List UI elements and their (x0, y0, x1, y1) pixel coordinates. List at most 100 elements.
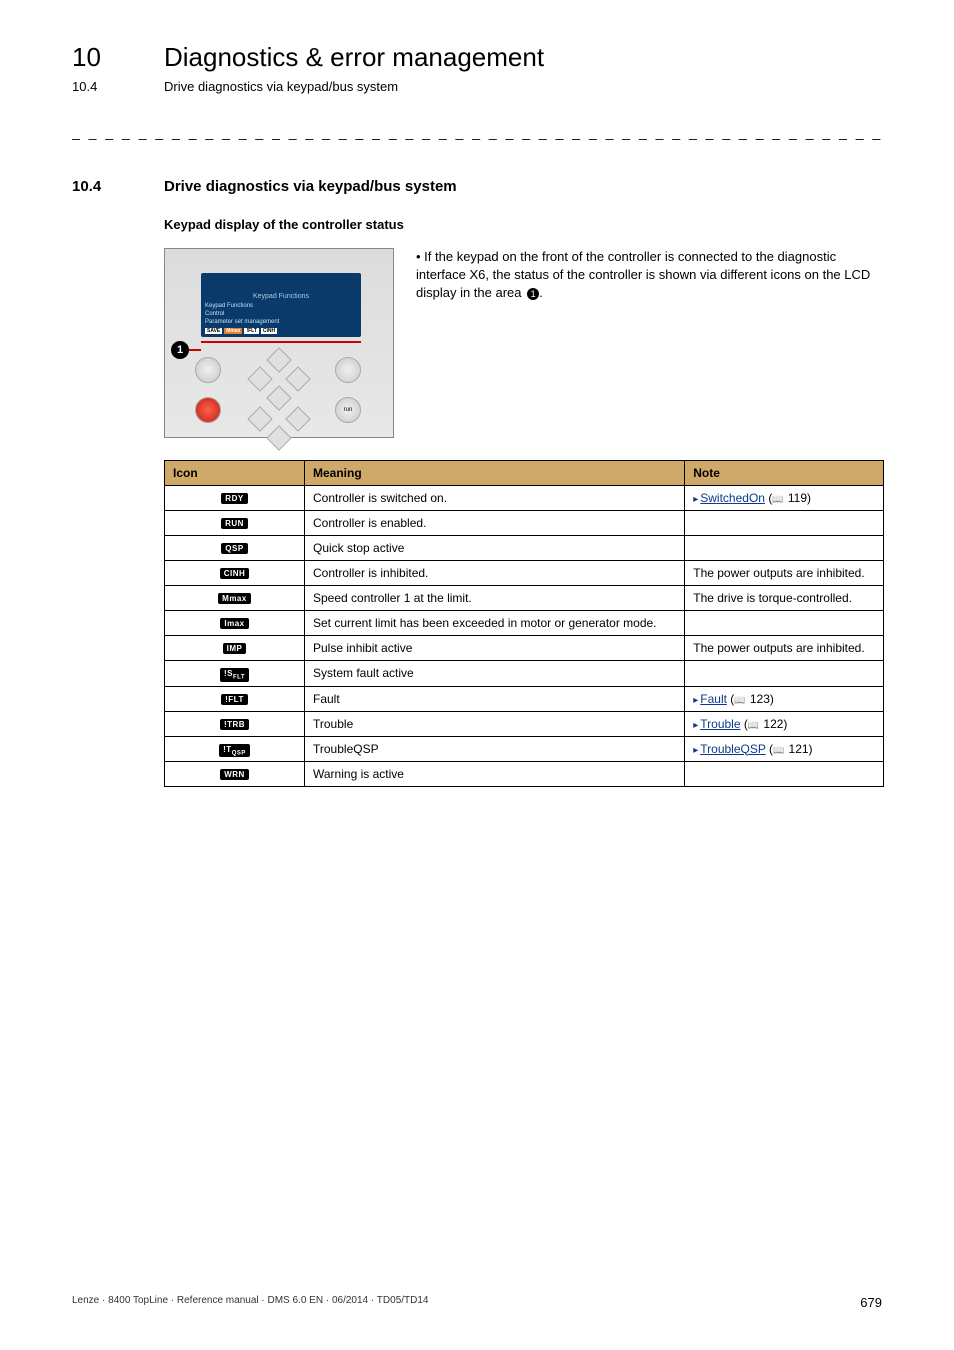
arrow-left-icon (247, 366, 272, 391)
note-link[interactable]: TroubleQSP (700, 742, 765, 756)
icon-cell: !TRB (165, 711, 305, 736)
status-icon: Imax (220, 618, 248, 629)
icon-cell: !FLT (165, 686, 305, 711)
note-link[interactable]: Fault (700, 692, 727, 706)
table-row: WRN Warning is active (165, 762, 884, 787)
subchapter-number: 10.4 (72, 79, 164, 94)
lcd-badge: CINH (261, 328, 277, 334)
note-cell (685, 611, 884, 636)
status-icon: IMP (223, 643, 247, 654)
callout-reference-icon: 1 (527, 288, 539, 300)
meaning-cell: System fault active (305, 661, 685, 687)
note-cell (685, 762, 884, 787)
note-cell: ▸TroubleQSP ( 121) (685, 736, 884, 762)
keypad-dpad (251, 391, 307, 447)
section-title: Drive diagnostics via keypad/bus system (164, 178, 457, 195)
table-header-meaning: Meaning (305, 461, 685, 486)
note-link[interactable]: Trouble (700, 717, 740, 731)
footer-text: Lenze · 8400 TopLine · Reference manual … (72, 1295, 429, 1310)
arrow-icon: ▸ (693, 494, 698, 505)
table-row: RUNController is enabled. (165, 511, 884, 536)
lcd-badge: !FLT (244, 328, 258, 334)
status-icon: !TRB (220, 719, 249, 730)
icon-cell: RUN (165, 511, 305, 536)
keypad-buttons: run (195, 349, 365, 427)
table-row: QSP Quick stop active (165, 536, 884, 561)
status-icon: WRN (220, 769, 249, 780)
status-icon: QSP (221, 543, 247, 554)
status-icon: !FLT (221, 694, 248, 705)
lcd-badge: SAVE (205, 328, 222, 334)
table-header-icon: Icon (165, 461, 305, 486)
note-cell: ▸Trouble ( 122) (685, 711, 884, 736)
note-cell: ▸Fault ( 123) (685, 686, 884, 711)
keypad-button (335, 357, 361, 383)
lcd-badge: Mmax (224, 328, 242, 334)
meaning-cell: Speed controller 1 at the limit. (305, 586, 685, 611)
meaning-cell: Quick stop active (305, 536, 685, 561)
section-number: 10.4 (72, 178, 164, 195)
meaning-cell: Pulse inhibit active (305, 636, 685, 661)
table-row: !FLT Fault▸Fault ( 123) (165, 686, 884, 711)
keypad-run-button: run (335, 397, 361, 423)
note-page-ref: ( 121) (769, 742, 813, 756)
note-cell: The drive is torque-controlled. (685, 586, 884, 611)
lcd-line: Parameter set management (205, 318, 357, 326)
arrow-icon: ▸ (693, 720, 698, 731)
separator-line: _ _ _ _ _ _ _ _ _ _ _ _ _ _ _ _ _ _ _ _ … (72, 124, 882, 140)
note-cell: The power outputs are inhibited. (685, 636, 884, 661)
table-row: !TRBTrouble▸Trouble ( 122) (165, 711, 884, 736)
icon-cell: Mmax (165, 586, 305, 611)
lcd-display: Keypad Functions Keypad Functions Contro… (201, 273, 361, 337)
section-subhead: Keypad display of the controller status (164, 217, 882, 232)
lcd-status-bar: SAVE Mmax !FLT CINH (205, 328, 357, 334)
status-icon-table: Icon Meaning Note RDY Controller is switc… (164, 460, 884, 787)
chapter-title: Diagnostics & error management (164, 42, 544, 73)
note-page-ref: ( 123) (730, 692, 774, 706)
status-icon: RUN (221, 518, 248, 529)
arrow-icon: ▸ (693, 745, 698, 756)
status-icon: CINH (220, 568, 250, 579)
status-icon: RDY (221, 493, 247, 504)
note-cell (685, 661, 884, 687)
icon-cell: Imax (165, 611, 305, 636)
table-row: Imax Set current limit has been exceeded … (165, 611, 884, 636)
status-icon: !TQSP (219, 744, 250, 758)
arrow-left-icon (247, 406, 272, 431)
status-icon: !SFLT (220, 668, 249, 682)
lcd-line: Keypad Functions (205, 302, 357, 310)
subchapter-title: Drive diagnostics via keypad/bus system (164, 79, 398, 94)
table-row: CINH Controller is inhibited.The power ou… (165, 561, 884, 586)
note-cell: The power outputs are inhibited. (685, 561, 884, 586)
lcd-title: Keypad Functions (205, 293, 357, 300)
note-cell: ▸SwitchedOn ( 119) (685, 486, 884, 511)
icon-cell: IMP (165, 636, 305, 661)
page-footer: Lenze · 8400 TopLine · Reference manual … (72, 1295, 882, 1310)
meaning-cell: Set current limit has been exceeded in m… (305, 611, 685, 636)
arrow-up-icon (266, 347, 291, 372)
description-text: If the keypad on the front of the contro… (416, 248, 882, 302)
meaning-cell: Trouble (305, 711, 685, 736)
meaning-cell: Controller is inhibited. (305, 561, 685, 586)
icon-cell: QSP (165, 536, 305, 561)
arrow-right-icon (285, 406, 310, 431)
meaning-cell: Controller is switched on. (305, 486, 685, 511)
note-link[interactable]: SwitchedOn (700, 491, 765, 505)
icon-cell: WRN (165, 762, 305, 787)
note-cell (685, 536, 884, 561)
icon-cell: !SFLT (165, 661, 305, 687)
keypad-stop-button (195, 397, 221, 423)
table-row: MmaxSpeed controller 1 at the limit.The … (165, 586, 884, 611)
arrow-right-icon (285, 366, 310, 391)
note-page-ref: ( 122) (744, 717, 788, 731)
note-page-ref: ( 119) (768, 491, 811, 505)
bullet-item: If the keypad on the front of the contro… (416, 249, 870, 300)
icon-cell: CINH (165, 561, 305, 586)
table-row: IMP Pulse inhibit activeThe power outputs… (165, 636, 884, 661)
table-header-note: Note (685, 461, 884, 486)
icon-cell: RDY (165, 486, 305, 511)
meaning-cell: TroubleQSP (305, 736, 685, 762)
table-row: !SFLT System fault active (165, 661, 884, 687)
meaning-cell: Warning is active (305, 762, 685, 787)
callout-marker: 1 (171, 341, 189, 359)
